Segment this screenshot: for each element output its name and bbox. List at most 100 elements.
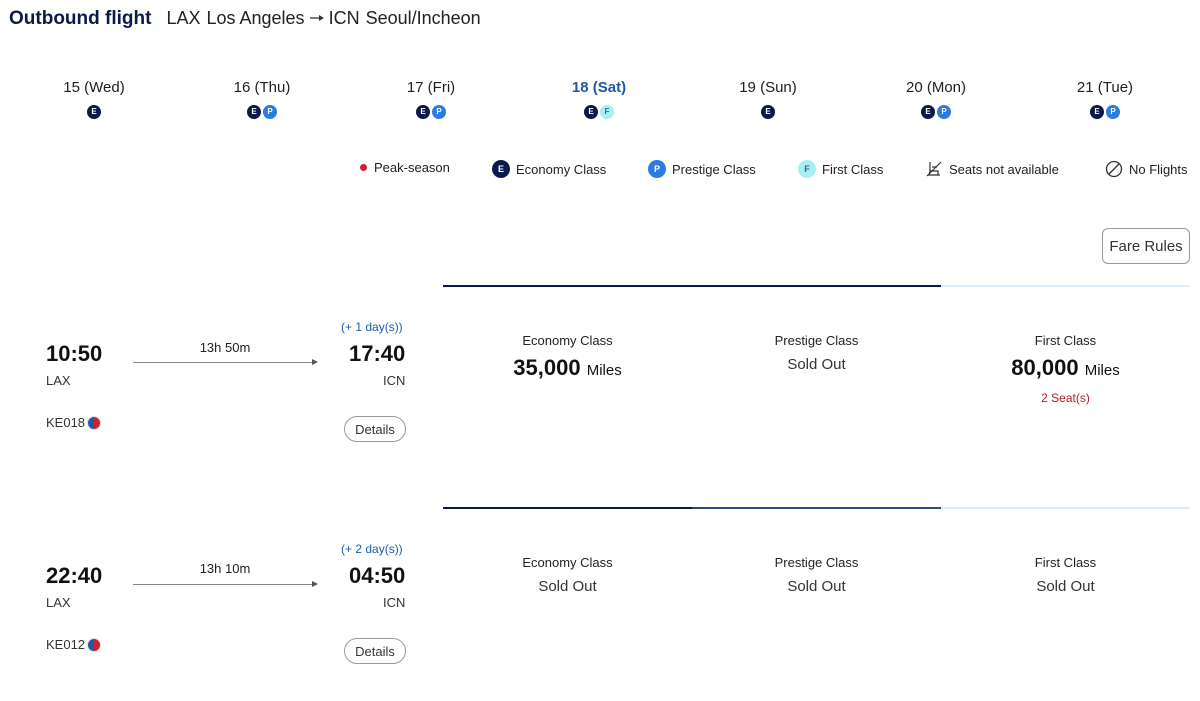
class-icons: E (24, 105, 164, 119)
duration-arrow-icon (312, 581, 318, 587)
korean-air-logo-icon (87, 637, 102, 652)
first-badge-icon: F (798, 160, 816, 178)
economy-fare-option: Economy Class Sold Out (443, 507, 692, 701)
date-label: 17 (Fri) (406, 79, 456, 96)
arrival-time: 04:50 (349, 563, 406, 588)
economy-badge-icon: E (921, 105, 935, 119)
economy-badge-icon: E (584, 105, 598, 119)
legend-label: First Class (822, 161, 884, 177)
korean-air-logo-icon (87, 415, 102, 430)
date-tab-16[interactable]: 16 (Thu) E P (192, 78, 332, 119)
departure-airport: LAX (46, 373, 71, 388)
economy-fare-option[interactable]: Economy Class 35,000 Miles (443, 285, 692, 485)
date-label: 20 (Mon) (905, 79, 967, 96)
economy-badge-icon: E (247, 105, 261, 119)
class-name: First Class (1034, 333, 1097, 348)
miles-unit: Miles (1084, 362, 1120, 379)
departure-time: 10:50 (46, 341, 103, 366)
legend-seats-not-available: Seats not available (925, 160, 1059, 178)
date-tab-18-selected[interactable]: 18 (Sat) E F (529, 78, 669, 119)
peak-dot-icon (360, 164, 367, 171)
date-tab-15[interactable]: 15 (Wed) E (24, 78, 164, 119)
flight-number-text: KE012 (46, 637, 86, 652)
flight-row: 22:40 LAX 13h 10m (+ 2 day(s)) 04:50 ICN… (0, 507, 1200, 701)
prestige-badge-icon: P (432, 105, 446, 119)
first-fare-option[interactable]: First Class 80,000 Miles 2 Seat(s) (941, 285, 1190, 485)
legend-label: Economy Class (516, 161, 607, 177)
economy-badge-icon: E (492, 160, 510, 178)
legend-no-flights: No Flights (1105, 160, 1188, 178)
fare-rules-button[interactable]: Fare Rules (1102, 228, 1190, 264)
class-name: Prestige Class (774, 333, 859, 348)
prestige-badge-icon: P (263, 105, 277, 119)
class-icons: E F (529, 105, 669, 119)
legend-prestige: P Prestige Class (648, 160, 756, 178)
flight-duration: 13h 50m (199, 340, 251, 355)
seats-remaining: 2 Seat(s) (1041, 391, 1090, 405)
departure-time: 22:40 (46, 563, 103, 588)
duration-line (133, 362, 313, 363)
sold-out-label: Sold Out (787, 578, 846, 595)
fare-miles: 35,000 Miles (443, 355, 692, 381)
date-tab-17[interactable]: 17 (Fri) E P (361, 78, 501, 119)
flight-number: KE018 (46, 415, 102, 430)
class-icons: E P (361, 105, 501, 119)
origin-code: LAX (166, 8, 201, 28)
duration-line (133, 584, 313, 585)
sold-out-label: Sold Out (538, 578, 597, 595)
sold-out-label: Sold Out (787, 356, 846, 373)
dest-city: Seoul/Incheon (365, 8, 481, 28)
seat-crossed-icon (926, 161, 942, 177)
dest-code: ICN (328, 8, 360, 28)
class-color-bar (941, 507, 1190, 509)
prestige-fare-option: Prestige Class Sold Out (692, 507, 941, 701)
economy-badge-icon: E (87, 105, 101, 119)
date-tab-21[interactable]: 21 (Tue) E P (1035, 78, 1175, 119)
flight-row: 10:50 LAX 13h 50m (+ 1 day(s)) 17:40 ICN… (0, 285, 1200, 485)
date-tab-20[interactable]: 20 (Mon) E P (866, 78, 1006, 119)
flight-number-text: KE018 (46, 415, 86, 430)
date-tab-19[interactable]: 19 (Sun) E (698, 78, 838, 119)
class-color-bar (941, 285, 1190, 287)
date-label: 15 (Wed) (63, 79, 125, 96)
class-color-bar (692, 285, 941, 287)
economy-badge-icon: E (416, 105, 430, 119)
plus-day-note: (+ 2 day(s)) (341, 542, 403, 556)
date-label: 16 (Thu) (233, 79, 291, 96)
class-icons: E P (192, 105, 332, 119)
prestige-badge-icon: P (937, 105, 951, 119)
legend-first: F First Class (798, 160, 883, 178)
no-flights-icon (1105, 160, 1123, 178)
details-button[interactable]: Details (344, 638, 406, 664)
arrival-time: 17:40 (349, 341, 406, 366)
legend-economy: E Economy Class (492, 160, 606, 178)
page-title: Outbound flight (9, 8, 152, 29)
route-arrow-icon (309, 14, 324, 21)
legend-label: Peak-season (374, 160, 450, 175)
fare-miles: 80,000 Miles (941, 355, 1190, 381)
date-strip: 15 (Wed) E 16 (Thu) E P 17 (Fri) E P 18 … (0, 78, 1200, 128)
class-color-bar (443, 507, 692, 509)
arrival-airport: ICN (383, 373, 406, 388)
legend-label: No Flights (1129, 161, 1188, 177)
miles-value: 80,000 (1011, 355, 1079, 380)
details-button[interactable]: Details (344, 416, 406, 442)
miles-unit: Miles (586, 362, 622, 379)
prestige-badge-icon: P (1106, 105, 1120, 119)
class-name: Economy Class (522, 333, 613, 348)
date-label: 19 (Sun) (739, 79, 797, 96)
economy-badge-icon: E (1090, 105, 1104, 119)
prestige-fare-option: Prestige Class Sold Out (692, 285, 941, 485)
class-name: First Class (1034, 555, 1097, 570)
origin-city: Los Angeles (206, 8, 305, 28)
route: LAX Los Angeles ICN Seoul/Incheon (166, 8, 480, 29)
legend-label: Prestige Class (672, 161, 756, 177)
class-color-bar (692, 507, 941, 509)
first-fare-option: First Class Sold Out (941, 507, 1190, 701)
duration-arrow-icon (312, 359, 318, 365)
date-label: 21 (Tue) (1076, 79, 1134, 96)
legend: Peak-season E Economy Class P Prestige C… (0, 160, 1200, 180)
class-name: Prestige Class (774, 555, 859, 570)
page-header: Outbound flight LAX Los Angeles ICN Seou… (9, 8, 481, 30)
miles-value: 35,000 (513, 355, 581, 380)
